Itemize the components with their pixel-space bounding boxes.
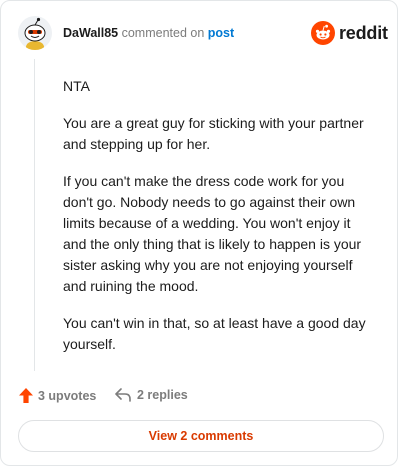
replies-button[interactable]: 2 replies [115, 388, 188, 402]
view-comments-button[interactable]: View 2 comments [18, 420, 384, 452]
upvote-arrow-icon [19, 388, 33, 403]
post-link[interactable]: post [208, 26, 234, 40]
comment-body: NTA You are a great guy for sticking wit… [63, 76, 375, 371]
comment-paragraph: You are a great guy for sticking with yo… [63, 115, 364, 152]
comment-card: DaWall85 commented on post reddit NTA Yo… [0, 0, 398, 466]
reddit-logo[interactable]: reddit [311, 21, 388, 45]
username-link[interactable]: DaWall85 [63, 26, 118, 40]
comment-action-text: commented on [121, 26, 205, 40]
upvote-button[interactable]: 3 upvotes [19, 388, 96, 403]
comment-paragraph: If you can't make the dress code work fo… [63, 173, 362, 294]
upvote-count: 3 upvotes [38, 388, 97, 403]
comment-header: DaWall85 commented on post [63, 26, 234, 40]
reddit-wordmark: reddit [339, 22, 388, 43]
replies-count: 2 replies [137, 388, 188, 402]
snoo-avatar-icon [18, 16, 52, 50]
reddit-alien-icon [311, 21, 335, 45]
user-avatar[interactable] [18, 16, 52, 50]
comment-paragraph: NTA [63, 78, 90, 94]
reply-arrow-icon [115, 388, 131, 402]
thread-line [34, 59, 35, 371]
comment-paragraph: You can't win in that, so at least have … [63, 315, 366, 352]
